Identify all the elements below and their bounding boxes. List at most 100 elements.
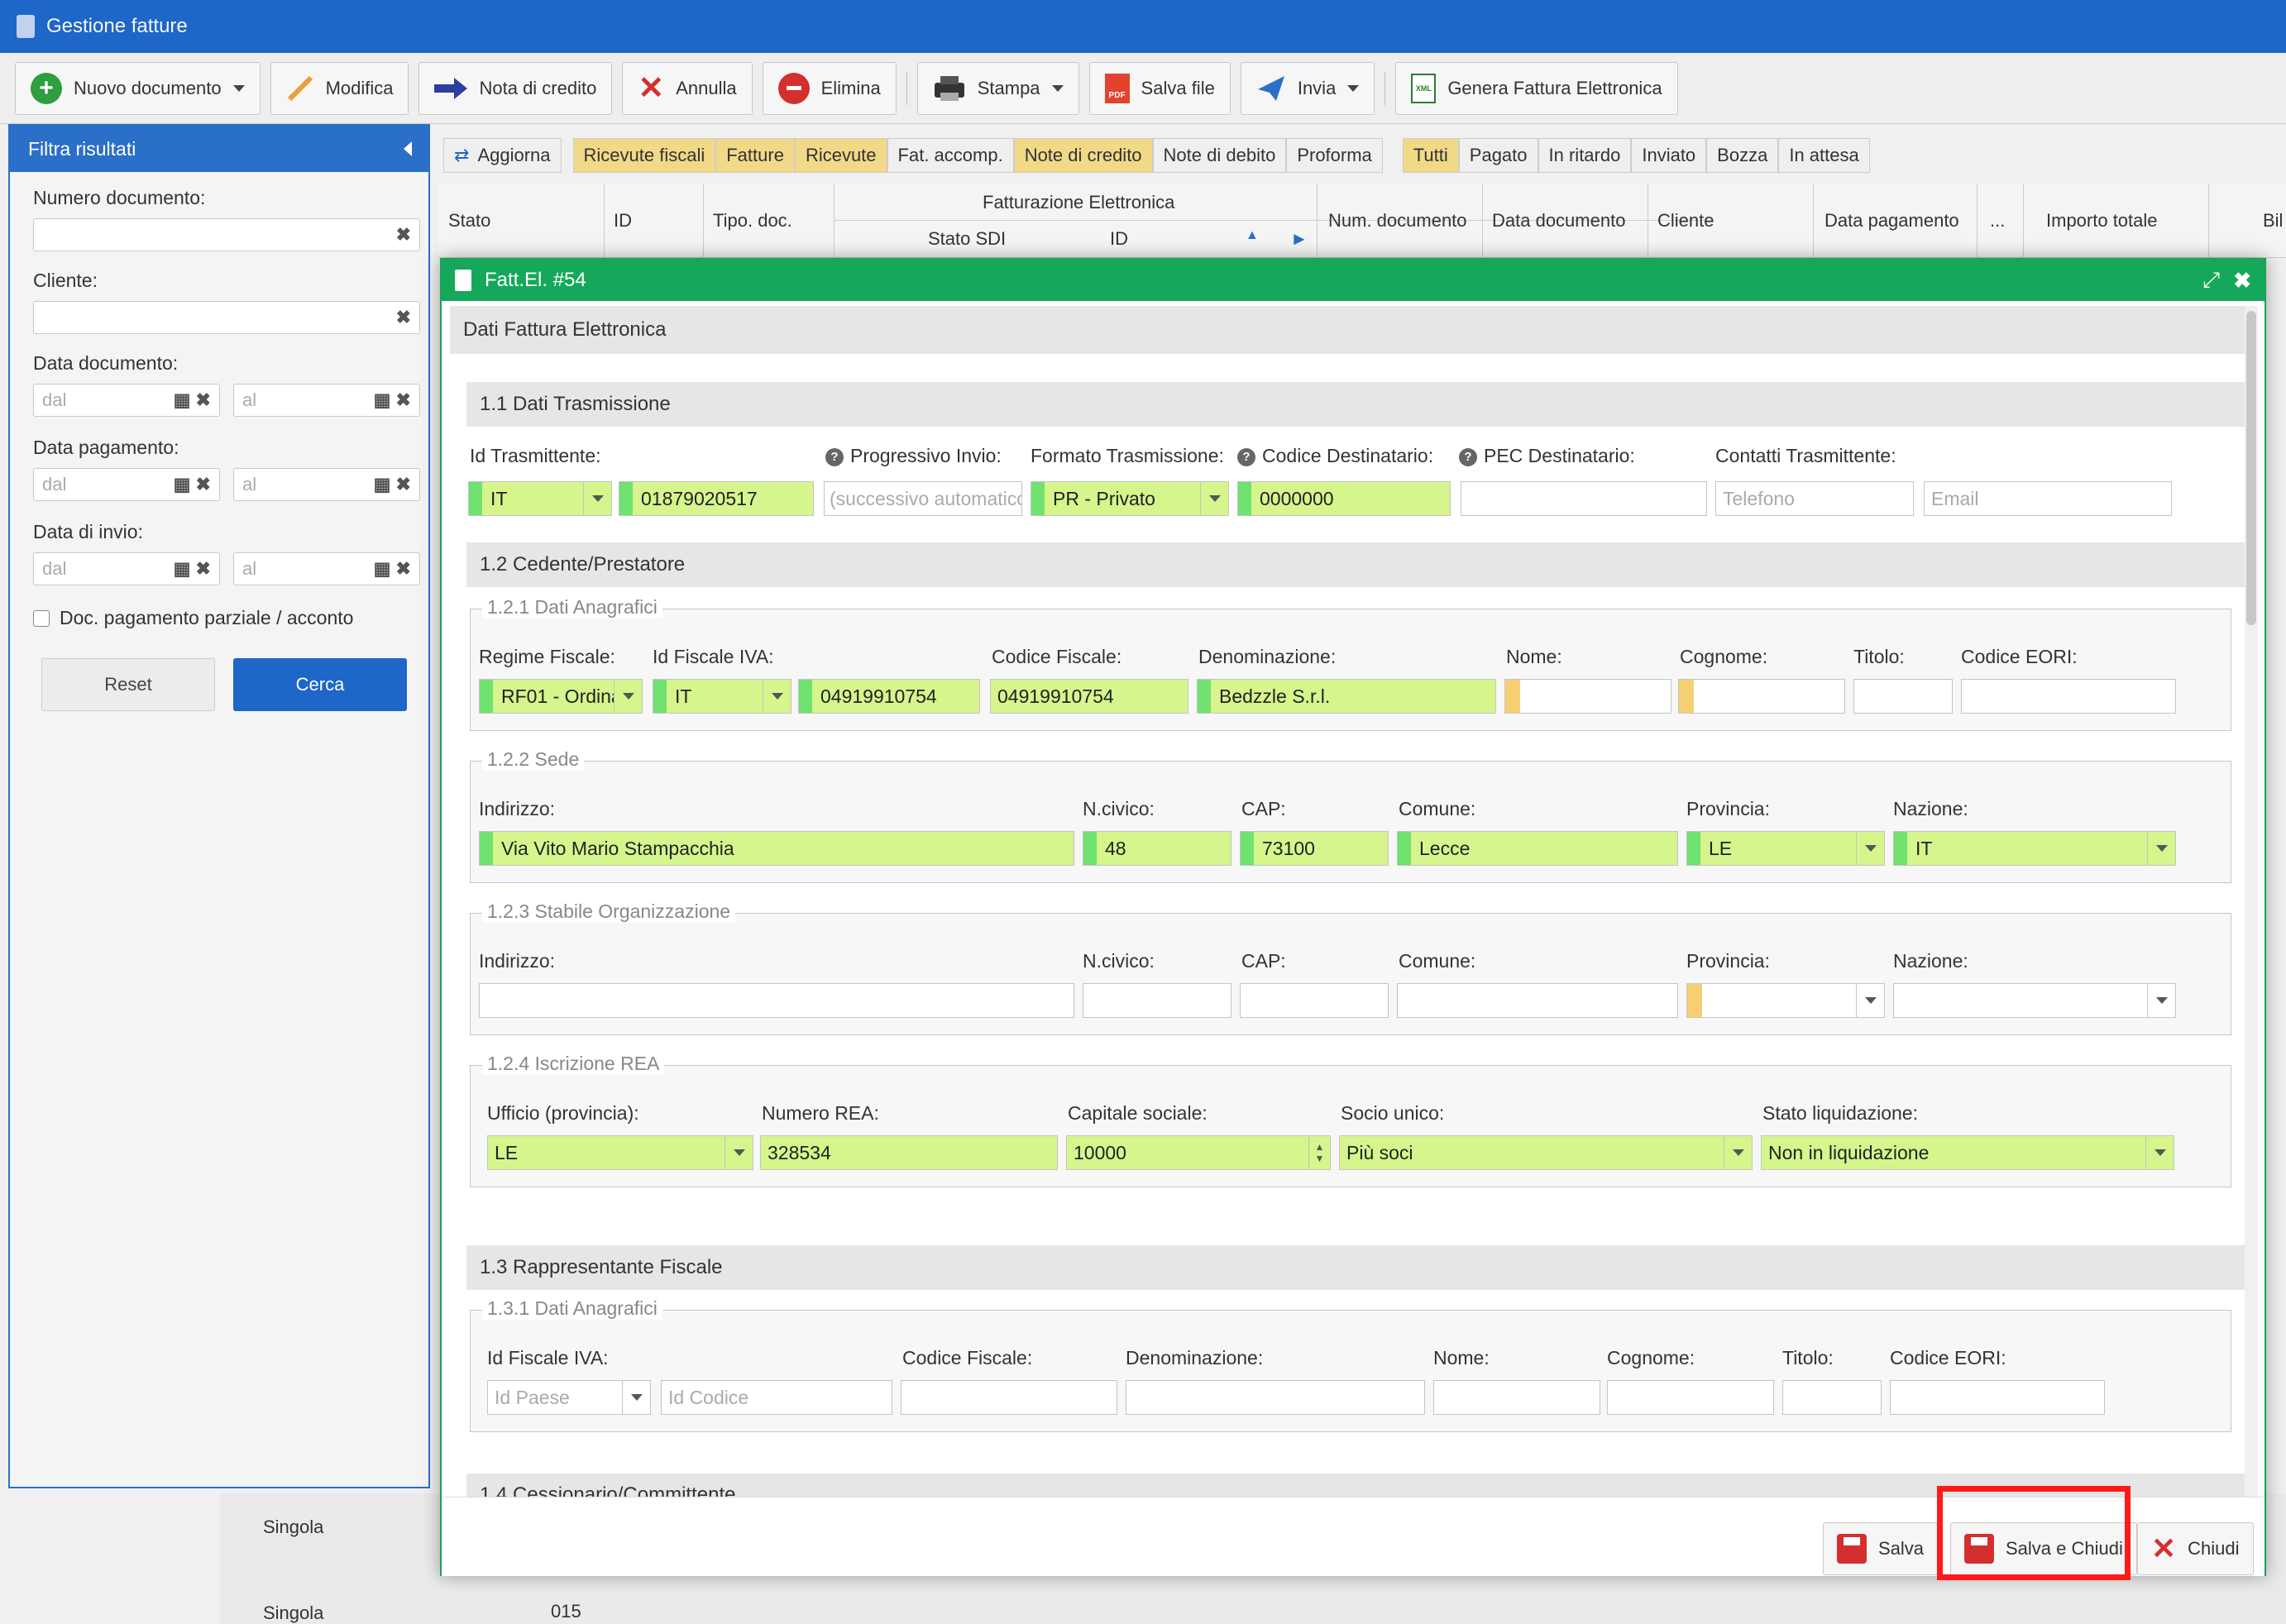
calendar-clear-icon[interactable]: ▦ ✖ — [374, 474, 411, 495]
rapp-codice-input[interactable]: Id Codice — [661, 1380, 892, 1415]
doc-number-input[interactable]: ✖ — [33, 218, 420, 251]
email-input[interactable]: Email — [1924, 481, 2172, 516]
col-importo[interactable]: Importo totale — [2046, 210, 2158, 232]
col-cliente[interactable]: Cliente — [1657, 210, 1714, 232]
help-icon[interactable]: ? — [825, 447, 844, 466]
pay-date-to-input[interactable]: al ▦ ✖ — [233, 468, 420, 501]
stabile-cap-input[interactable] — [1240, 983, 1389, 1018]
tab-in-attesa[interactable]: In attesa — [1778, 138, 1870, 173]
calendar-clear-icon[interactable]: ▦ ✖ — [174, 558, 211, 580]
nazione-select[interactable]: IT — [1893, 831, 2176, 866]
stabile-indirizzo-input[interactable] — [479, 983, 1074, 1018]
partial-payment-checkbox[interactable] — [33, 609, 50, 627]
rapp-eori-input[interactable] — [1890, 1380, 2105, 1415]
nome-input[interactable] — [1504, 679, 1671, 714]
liquidazione-select[interactable]: Non in liquidazione — [1761, 1135, 2174, 1170]
tab-pagato[interactable]: Pagato — [1458, 138, 1538, 173]
send-button[interactable]: Invia — [1240, 61, 1375, 115]
tab-proforma[interactable]: Proforma — [1286, 138, 1383, 173]
edit-button[interactable]: Modifica — [270, 61, 409, 115]
calendar-clear-icon[interactable]: ▦ ✖ — [174, 389, 211, 411]
save-button[interactable]: Salva — [1823, 1522, 1939, 1575]
close-icon[interactable]: ✖ — [2233, 268, 2251, 294]
dialog-scrollbar[interactable] — [2245, 306, 2258, 1497]
save-file-button[interactable]: PDF Salva file — [1088, 61, 1231, 115]
col-bil[interactable]: Bil — [2263, 210, 2283, 232]
stabile-provincia-select[interactable] — [1686, 983, 1885, 1018]
help-icon[interactable]: ? — [1237, 447, 1255, 466]
calendar-clear-icon[interactable]: ▦ ✖ — [374, 558, 411, 580]
id-trasmittente-code-input[interactable]: 01879020517 — [619, 481, 814, 516]
new-document-button[interactable]: + Nuovo documento — [15, 61, 261, 115]
comune-input[interactable]: Lecce — [1397, 831, 1678, 866]
col-tipo[interactable]: Tipo. doc. — [713, 210, 792, 232]
search-button[interactable]: Cerca — [233, 658, 407, 711]
doc-date-from-input[interactable]: dal ▦ ✖ — [33, 384, 220, 417]
tab-inviato[interactable]: Inviato — [1631, 138, 1707, 173]
cognome-input[interactable] — [1678, 679, 1845, 714]
numero-rea-input[interactable]: 328534 — [760, 1135, 1058, 1170]
rapp-cf-input[interactable] — [901, 1380, 1117, 1415]
credit-note-button[interactable]: Nota di credito — [418, 61, 613, 115]
cf-input[interactable]: 04919910754 — [990, 679, 1188, 714]
send-date-from-input[interactable]: dal ▦ ✖ — [33, 552, 220, 585]
tab-ricevute[interactable]: Ricevute — [794, 138, 887, 173]
capitale-input[interactable]: 10000 ▲ ▼ — [1066, 1135, 1331, 1170]
maximize-icon[interactable]: ⤢ — [2202, 267, 2220, 294]
denominazione-input[interactable]: Bedzzle S.r.l. — [1197, 679, 1496, 714]
telefono-input[interactable]: Telefono — [1715, 481, 1914, 516]
id-fiscale-country-select[interactable]: IT — [653, 679, 791, 714]
stepper-icon[interactable]: ▲ ▼ — [1308, 1136, 1330, 1169]
rapp-titolo-input[interactable] — [1782, 1380, 1882, 1415]
civico-input[interactable]: 48 — [1083, 831, 1231, 866]
socio-select[interactable]: Più soci — [1339, 1135, 1753, 1170]
tab-fat-accomp[interactable]: Fat. accomp. — [887, 138, 1014, 173]
stabile-nazione-select[interactable] — [1893, 983, 2176, 1018]
id-trasmittente-country-select[interactable]: IT — [468, 481, 612, 516]
rapp-country-select[interactable]: Id Paese — [487, 1380, 651, 1415]
tab-fatture[interactable]: Fatture — [715, 138, 795, 173]
tab-note-credito[interactable]: Note di credito — [1013, 138, 1153, 173]
scrollbar-thumb[interactable] — [2246, 311, 2256, 625]
col-fe-id[interactable]: ID — [1110, 228, 1128, 250]
piva-input[interactable]: 04919910754 — [798, 679, 980, 714]
col-more[interactable]: ... — [1990, 210, 2005, 232]
stabile-comune-input[interactable] — [1397, 983, 1678, 1018]
rapp-nome-input[interactable] — [1433, 1380, 1600, 1415]
col-stato[interactable]: Stato — [448, 210, 490, 232]
cap-input[interactable]: 73100 — [1240, 831, 1389, 866]
clear-icon[interactable]: ✖ — [396, 307, 411, 328]
close-button[interactable]: ✕ Chiudi — [2137, 1522, 2254, 1575]
provincia-select[interactable]: LE — [1686, 831, 1885, 866]
tab-note-debito[interactable]: Note di debito — [1152, 138, 1287, 173]
col-stato-sdi[interactable]: Stato SDI — [928, 228, 1006, 250]
help-icon[interactable]: ? — [1459, 447, 1477, 466]
titolo-input[interactable] — [1853, 679, 1953, 714]
eori-input[interactable] — [1961, 679, 2176, 714]
pec-input[interactable] — [1461, 481, 1707, 516]
calendar-clear-icon[interactable]: ▦ ✖ — [374, 389, 411, 411]
print-button[interactable]: Stampa — [916, 61, 1079, 115]
col-num[interactable]: Num. documento — [1328, 210, 1467, 232]
tab-in-ritardo[interactable]: In ritardo — [1538, 138, 1632, 173]
refresh-button[interactable]: ⇄ Aggiorna — [443, 138, 562, 173]
rapp-cognome-input[interactable] — [1607, 1380, 1774, 1415]
stabile-civico-input[interactable] — [1083, 983, 1231, 1018]
doc-date-to-input[interactable]: al ▦ ✖ — [233, 384, 420, 417]
upload-icon[interactable]: ▲ — [1246, 228, 1259, 243]
formato-select[interactable]: PR - Privato — [1031, 481, 1229, 516]
codice-destinatario-input[interactable]: 0000000 — [1237, 481, 1451, 516]
send-date-to-input[interactable]: al ▦ ✖ — [233, 552, 420, 585]
tab-bozza[interactable]: Bozza — [1706, 138, 1779, 173]
cancel-document-button[interactable]: ✕ Annulla — [622, 61, 753, 115]
client-input[interactable]: ✖ — [33, 301, 420, 334]
col-data[interactable]: Data documento — [1492, 210, 1625, 232]
clear-icon[interactable]: ✖ — [396, 224, 411, 246]
rapp-denom-input[interactable] — [1126, 1380, 1425, 1415]
ufficio-select[interactable]: LE — [487, 1135, 753, 1170]
collapse-left-icon[interactable] — [404, 141, 412, 156]
progressivo-input[interactable]: (successivo automatico) — [824, 481, 1022, 516]
pay-date-from-input[interactable]: dal ▦ ✖ — [33, 468, 220, 501]
indirizzo-input[interactable]: Via Vito Mario Stampacchia — [479, 831, 1074, 866]
delete-button[interactable]: Elimina — [762, 61, 897, 115]
